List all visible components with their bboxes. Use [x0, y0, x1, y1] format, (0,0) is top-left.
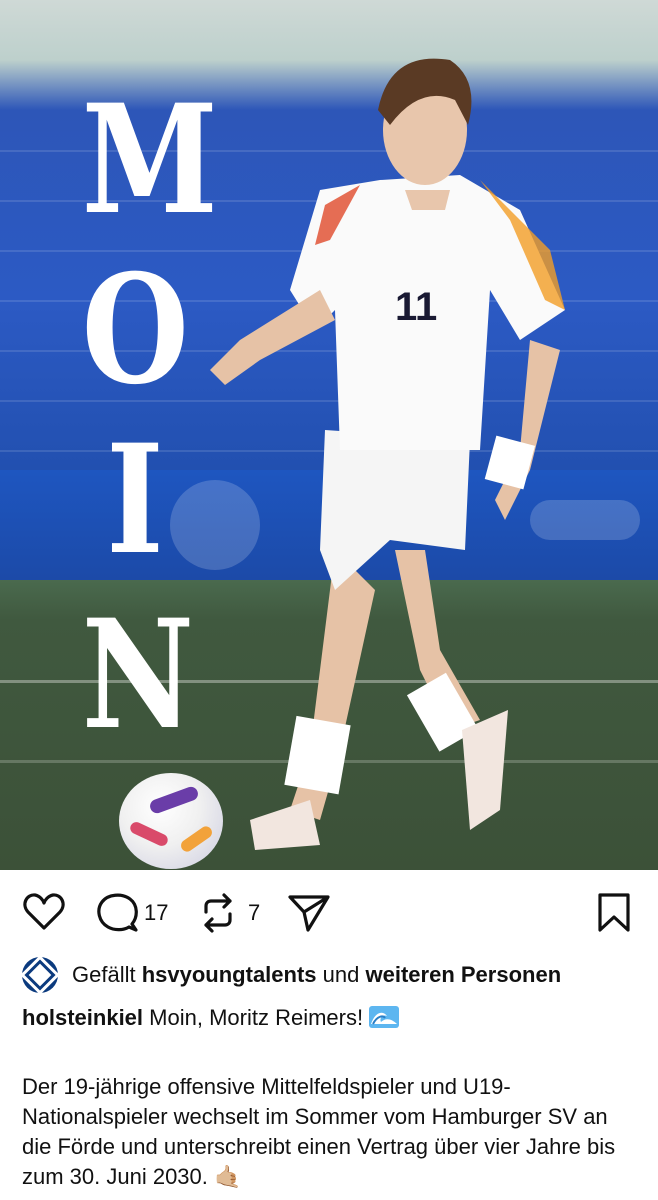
bookmark-button[interactable]: [596, 892, 632, 934]
jersey-number: 11: [395, 285, 437, 329]
comment-bubble-icon: [97, 893, 138, 932]
likes-prefix: Gefällt: [72, 962, 136, 987]
caption-username[interactable]: holsteinkiel: [22, 1005, 143, 1030]
overlay-letter-o: O: [81, 242, 189, 418]
repost-count: 7: [248, 900, 261, 925]
overlay-letter-i: I: [106, 412, 164, 588]
repost-button[interactable]: 7: [198, 892, 260, 934]
repost-arrows-icon: [204, 893, 232, 933]
comment-button[interactable]: 17: [96, 892, 168, 934]
heart-outline-icon: [23, 893, 65, 930]
paper-plane-icon: [288, 895, 330, 932]
like-button[interactable]: [22, 892, 66, 932]
wave-emoji: [369, 1006, 400, 1028]
post-action-bar: 17 7: [0, 888, 658, 938]
post-image[interactable]: 11 M O I N: [0, 0, 658, 870]
caption-header: holsteinkiel Moin, Moritz Reimers!: [22, 1005, 400, 1031]
likes-others-link[interactable]: weiteren Personen: [366, 962, 562, 988]
comment-count: 17: [144, 900, 169, 925]
share-button[interactable]: [287, 892, 331, 934]
overlay-letter-n: N: [81, 587, 195, 763]
caption-text: Moin, Moritz Reimers!: [149, 1005, 364, 1030]
likes-line[interactable]: Gefällt hsvyoungtalents und weiteren Per…: [22, 955, 658, 995]
overlay-letter-m: M: [81, 72, 218, 248]
soccer-ball: [119, 773, 223, 869]
bookmark-outline-icon: [598, 893, 630, 932]
liker-avatar[interactable]: [22, 957, 58, 993]
caption-body: Der 19-jährige offensive Mittelfeldspiel…: [22, 1074, 616, 1189]
likes-connector: und: [322, 962, 360, 987]
liker-username[interactable]: hsvyoungtalents: [142, 962, 317, 988]
